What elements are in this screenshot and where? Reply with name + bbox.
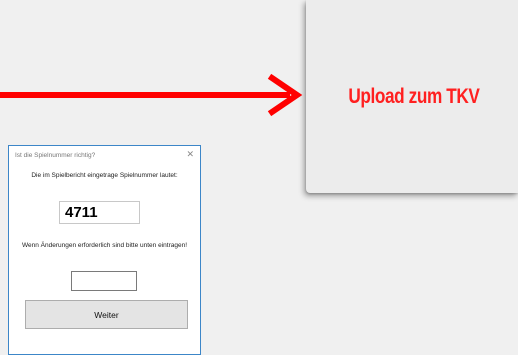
dialog-prompt: Die im Spielbericht eingetrage Spielnumm… bbox=[31, 172, 178, 179]
dialog-hint: Wenn Änderungen erforderlich sind bitte … bbox=[21, 242, 188, 249]
upload-tkv-label: Upload zum TKV bbox=[348, 84, 480, 108]
right-arrow-icon bbox=[0, 73, 303, 117]
spielnummer-dialog: Ist die Spielnummer richtig? ✕ Die im Sp… bbox=[8, 145, 201, 355]
weiter-button[interactable]: Weiter bbox=[25, 300, 188, 329]
close-icon[interactable]: ✕ bbox=[186, 149, 194, 160]
upload-tkv-button[interactable]: Upload zum TKV bbox=[306, 0, 518, 193]
dialog-title: Ist die Spielnummer richtig? bbox=[15, 152, 96, 159]
spielnummer-value: 4711 bbox=[59, 201, 140, 224]
spielnummer-input[interactable] bbox=[71, 271, 137, 291]
